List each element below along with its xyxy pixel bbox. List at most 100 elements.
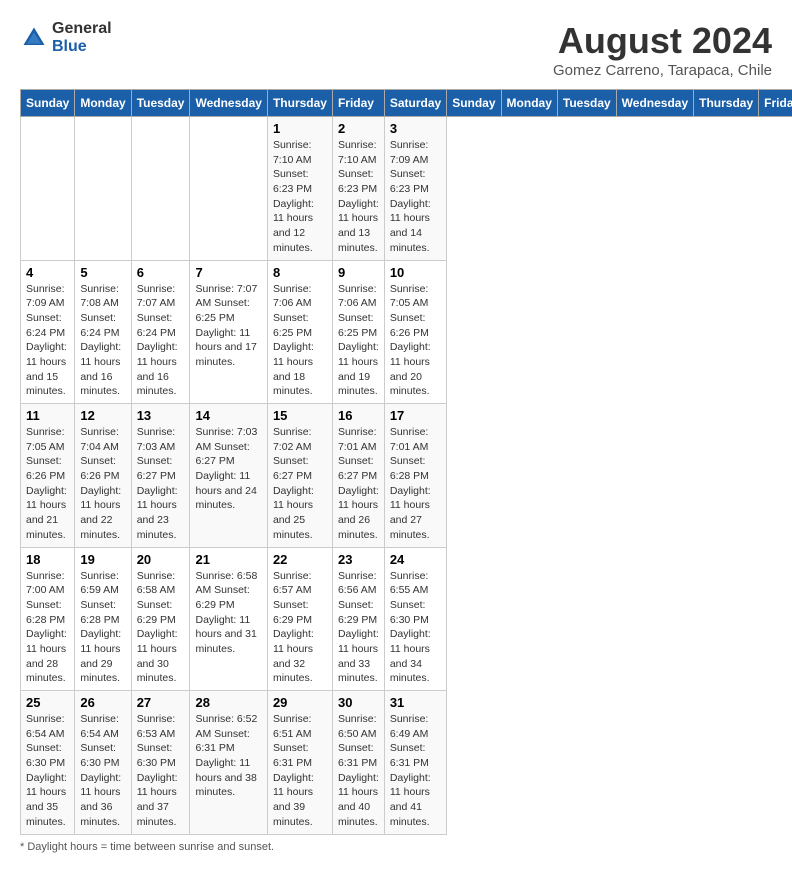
day-number: 3 xyxy=(390,121,441,136)
logo-blue: Blue xyxy=(52,38,112,56)
calendar-cell xyxy=(75,117,131,261)
day-info: Sunrise: 6:58 AM Sunset: 6:29 PM Dayligh… xyxy=(137,569,185,687)
day-info: Sunrise: 7:10 AM Sunset: 6:23 PM Dayligh… xyxy=(273,138,327,256)
page-header: General Blue August 2024 Gomez Carreno, … xyxy=(20,20,772,79)
day-info: Sunrise: 6:54 AM Sunset: 6:30 PM Dayligh… xyxy=(26,712,69,830)
col-header-sunday: Sunday xyxy=(447,90,501,117)
footer-note-text: Daylight hours xyxy=(27,841,97,853)
calendar-cell xyxy=(190,117,267,261)
calendar-cell: 22 Sunrise: 6:57 AM Sunset: 6:29 PM Dayli… xyxy=(267,547,332,691)
calendar-cell: 24Sunrise: 6:55 AM Sunset: 6:30 PM Dayli… xyxy=(384,547,446,691)
day-info: Sunrise: 6:51 AM Sunset: 6:31 PM Dayligh… xyxy=(273,712,327,830)
day-info: Sunrise: 7:01 AM Sunset: 6:28 PM Dayligh… xyxy=(390,425,441,543)
calendar-cell: 6Sunrise: 7:07 AM Sunset: 6:24 PM Daylig… xyxy=(131,260,190,404)
day-number: 9 xyxy=(338,265,379,280)
day-info: Sunrise: 7:03 AM Sunset: 6:27 PM Dayligh… xyxy=(137,425,185,543)
day-info: Sunrise: 6:56 AM Sunset: 6:29 PM Dayligh… xyxy=(338,569,379,687)
day-number: 31 xyxy=(390,695,441,710)
calendar-cell: 9 Sunrise: 7:06 AM Sunset: 6:25 PM Daylig… xyxy=(332,260,384,404)
col-header-thursday: Thursday xyxy=(694,90,759,117)
calendar-cell: 18Sunrise: 7:00 AM Sunset: 6:28 PM Dayli… xyxy=(21,547,75,691)
calendar-cell: 31 Sunrise: 6:49 AM Sunset: 6:31 PM Dayli… xyxy=(384,691,446,835)
day-info: Sunrise: 6:59 AM Sunset: 6:28 PM Dayligh… xyxy=(80,569,125,687)
col-header-wednesday: Wednesday xyxy=(616,90,693,117)
day-info: Sunrise: 7:10 AM Sunset: 6:23 PM Dayligh… xyxy=(338,138,379,256)
calendar-cell: 25 Sunrise: 6:54 AM Sunset: 6:30 PM Dayli… xyxy=(21,691,75,835)
day-info: Sunrise: 6:54 AM Sunset: 6:30 PM Dayligh… xyxy=(80,712,125,830)
calendar-cell: 14 Sunrise: 7:03 AM Sunset: 6:27 PM Dayli… xyxy=(190,404,267,548)
col-header-saturday: Saturday xyxy=(384,90,446,117)
calendar-week-row: 11 Sunrise: 7:05 AM Sunset: 6:26 PM Dayli… xyxy=(21,404,792,548)
day-info: Sunrise: 6:55 AM Sunset: 6:30 PM Dayligh… xyxy=(390,569,441,687)
day-number: 20 xyxy=(137,552,185,567)
calendar-cell: 29 Sunrise: 6:51 AM Sunset: 6:31 PM Dayli… xyxy=(267,691,332,835)
day-number: 21 xyxy=(195,552,261,567)
logo-text: General Blue xyxy=(52,20,112,55)
logo-general: General xyxy=(52,20,112,38)
col-header-thursday: Thursday xyxy=(267,90,332,117)
day-number: 15 xyxy=(273,408,327,423)
day-info: Sunrise: 7:06 AM Sunset: 6:25 PM Dayligh… xyxy=(338,282,379,400)
calendar-cell: 28Sunrise: 6:52 AM Sunset: 6:31 PM Dayli… xyxy=(190,691,267,835)
day-info: Sunrise: 7:02 AM Sunset: 6:27 PM Dayligh… xyxy=(273,425,327,543)
calendar-cell: 20 Sunrise: 6:58 AM Sunset: 6:29 PM Dayli… xyxy=(131,547,190,691)
day-number: 10 xyxy=(390,265,441,280)
calendar-week-row: 25 Sunrise: 6:54 AM Sunset: 6:30 PM Dayli… xyxy=(21,691,792,835)
day-info: Sunrise: 6:57 AM Sunset: 6:29 PM Dayligh… xyxy=(273,569,327,687)
day-number: 2 xyxy=(338,121,379,136)
col-header-friday: Friday xyxy=(332,90,384,117)
location-subtitle: Gomez Carreno, Tarapaca, Chile xyxy=(553,62,772,79)
calendar-cell: 10Sunrise: 7:05 AM Sunset: 6:26 PM Dayli… xyxy=(384,260,446,404)
calendar-cell: 11 Sunrise: 7:05 AM Sunset: 6:26 PM Dayli… xyxy=(21,404,75,548)
day-number: 14 xyxy=(195,408,261,423)
logo-icon xyxy=(20,24,48,52)
day-number: 25 xyxy=(26,695,69,710)
calendar-week-row: 1 Sunrise: 7:10 AM Sunset: 6:23 PM Daylig… xyxy=(21,117,792,261)
col-header-friday: Friday xyxy=(759,90,792,117)
day-info: Sunrise: 7:03 AM Sunset: 6:27 PM Dayligh… xyxy=(195,425,261,513)
footer-note: * Daylight hours = time between sunrise … xyxy=(20,841,772,853)
day-info: Sunrise: 7:05 AM Sunset: 6:26 PM Dayligh… xyxy=(26,425,69,543)
calendar-cell: 27 Sunrise: 6:53 AM Sunset: 6:30 PM Dayli… xyxy=(131,691,190,835)
calendar-cell: 26 Sunrise: 6:54 AM Sunset: 6:30 PM Dayli… xyxy=(75,691,131,835)
day-info: Sunrise: 6:58 AM Sunset: 6:29 PM Dayligh… xyxy=(195,569,261,657)
day-info: Sunrise: 6:49 AM Sunset: 6:31 PM Dayligh… xyxy=(390,712,441,830)
day-info: Sunrise: 7:08 AM Sunset: 6:24 PM Dayligh… xyxy=(80,282,125,400)
calendar-cell: 13 Sunrise: 7:03 AM Sunset: 6:27 PM Dayli… xyxy=(131,404,190,548)
calendar-cell: 21 Sunrise: 6:58 AM Sunset: 6:29 PM Dayli… xyxy=(190,547,267,691)
day-number: 26 xyxy=(80,695,125,710)
title-block: August 2024 Gomez Carreno, Tarapaca, Chi… xyxy=(553,20,772,79)
calendar-week-row: 18Sunrise: 7:00 AM Sunset: 6:28 PM Dayli… xyxy=(21,547,792,691)
calendar-cell xyxy=(131,117,190,261)
day-number: 23 xyxy=(338,552,379,567)
day-number: 22 xyxy=(273,552,327,567)
col-header-tuesday: Tuesday xyxy=(557,90,616,117)
col-header-tuesday: Tuesday xyxy=(131,90,190,117)
col-header-monday: Monday xyxy=(75,90,131,117)
calendar-cell: 4Sunrise: 7:09 AM Sunset: 6:24 PM Daylig… xyxy=(21,260,75,404)
day-number: 11 xyxy=(26,408,69,423)
calendar-cell: 2 Sunrise: 7:10 AM Sunset: 6:23 PM Daylig… xyxy=(332,117,384,261)
day-number: 27 xyxy=(137,695,185,710)
col-header-wednesday: Wednesday xyxy=(190,90,267,117)
day-info: Sunrise: 6:50 AM Sunset: 6:31 PM Dayligh… xyxy=(338,712,379,830)
day-number: 17 xyxy=(390,408,441,423)
day-number: 4 xyxy=(26,265,69,280)
day-info: Sunrise: 7:09 AM Sunset: 6:23 PM Dayligh… xyxy=(390,138,441,256)
day-info: Sunrise: 7:01 AM Sunset: 6:27 PM Dayligh… xyxy=(338,425,379,543)
day-number: 1 xyxy=(273,121,327,136)
day-info: Sunrise: 7:04 AM Sunset: 6:26 PM Dayligh… xyxy=(80,425,125,543)
day-number: 13 xyxy=(137,408,185,423)
logo: General Blue xyxy=(20,20,112,55)
calendar-cell: 23 Sunrise: 6:56 AM Sunset: 6:29 PM Dayli… xyxy=(332,547,384,691)
day-number: 5 xyxy=(80,265,125,280)
calendar-cell: 8Sunrise: 7:06 AM Sunset: 6:25 PM Daylig… xyxy=(267,260,332,404)
day-number: 6 xyxy=(137,265,185,280)
day-number: 29 xyxy=(273,695,327,710)
day-number: 12 xyxy=(80,408,125,423)
calendar-cell xyxy=(21,117,75,261)
day-info: Sunrise: 7:07 AM Sunset: 6:25 PM Dayligh… xyxy=(195,282,261,370)
calendar-cell: 1 Sunrise: 7:10 AM Sunset: 6:23 PM Daylig… xyxy=(267,117,332,261)
calendar-cell: 7Sunrise: 7:07 AM Sunset: 6:25 PM Daylig… xyxy=(190,260,267,404)
day-info: Sunrise: 6:53 AM Sunset: 6:30 PM Dayligh… xyxy=(137,712,185,830)
